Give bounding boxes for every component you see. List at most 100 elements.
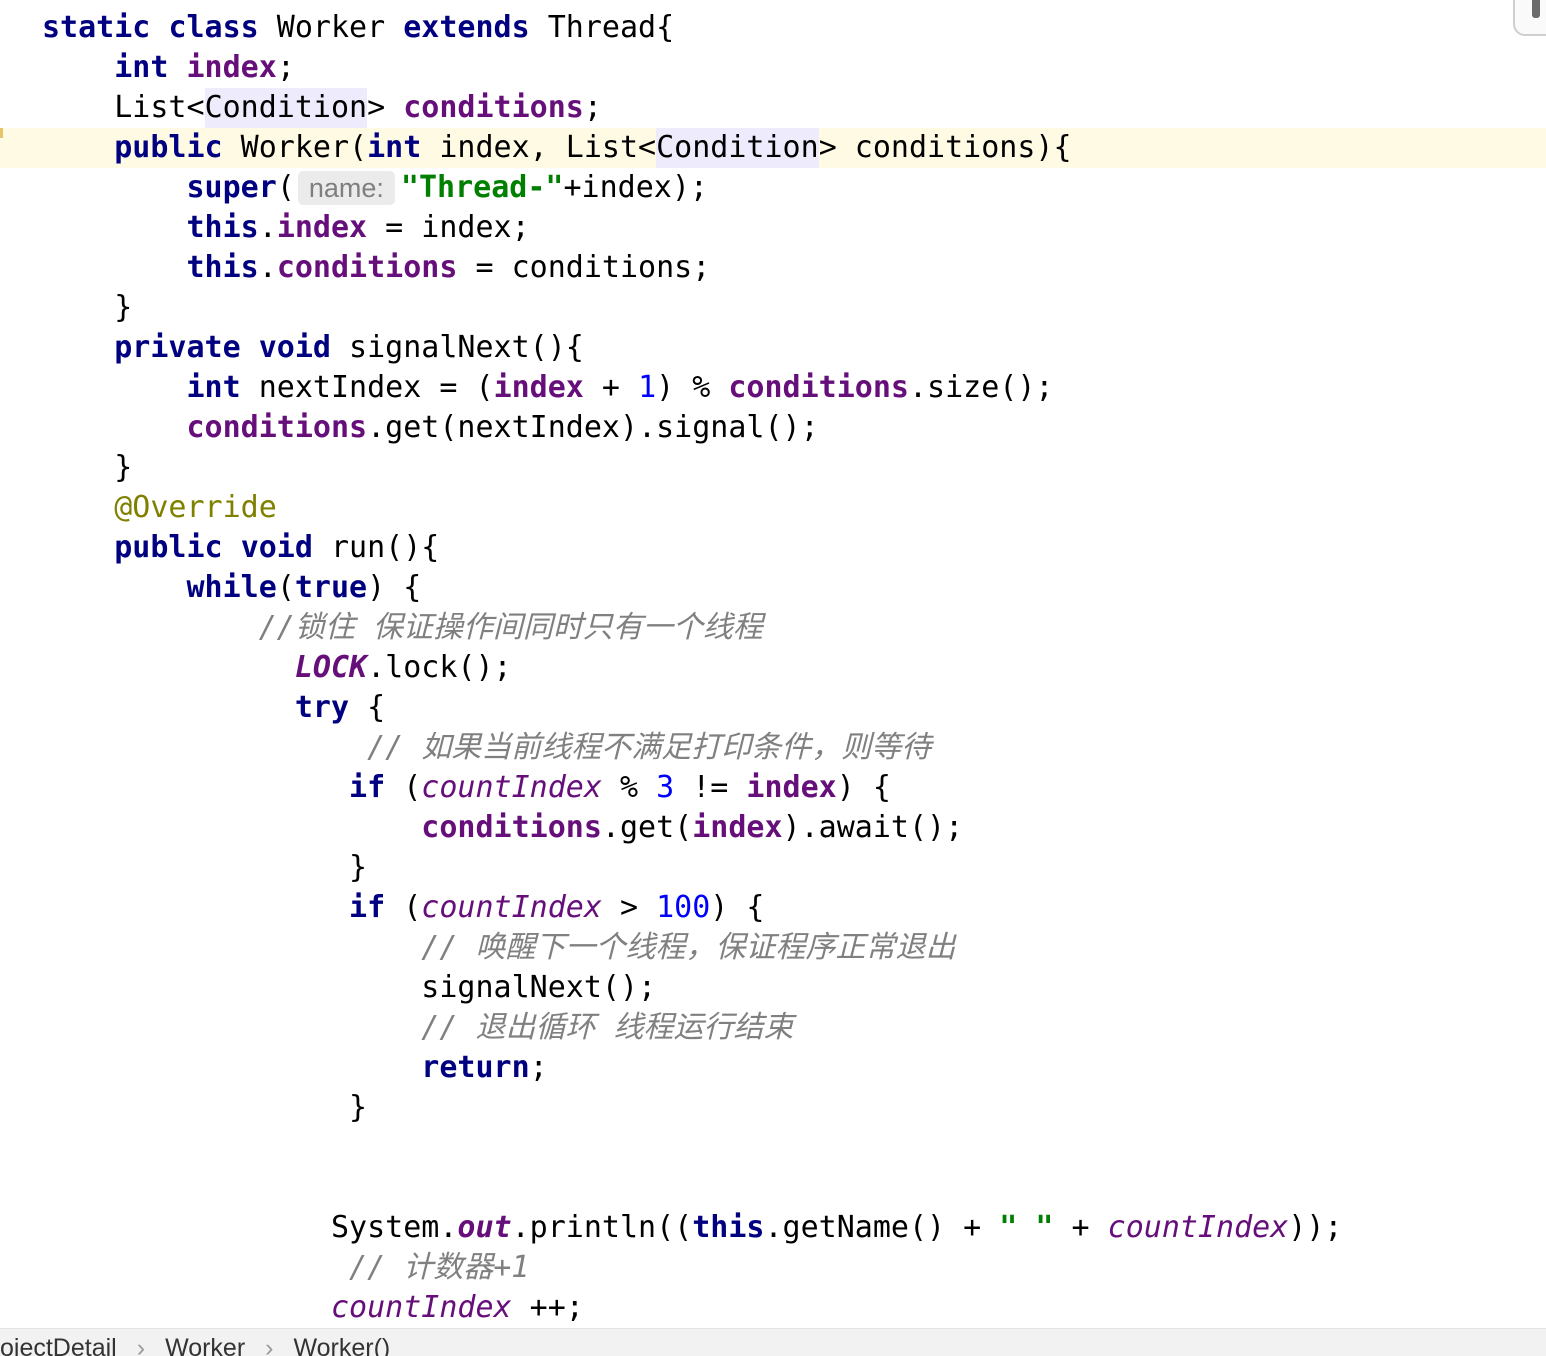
code-constant: LOCK <box>294 650 368 685</box>
code-text: ) { <box>836 770 891 805</box>
code-text: ; <box>276 50 295 85</box>
code-line-10[interactable]: int nextIndex = (index + 1) % conditions… <box>0 368 1546 408</box>
code-text: signalNext(){ <box>331 330 584 365</box>
code-line-16[interactable]: //锁住 保证操作间同时只有一个线程 <box>0 608 1546 648</box>
code-text: = index; <box>367 210 530 245</box>
code-keyword: this <box>186 210 259 245</box>
code-text: != <box>674 770 747 805</box>
code-line-33[interactable]: countIndex ++; <box>0 1288 1546 1328</box>
code-line-13[interactable]: @Override <box>0 488 1546 528</box>
code-line-32[interactable]: // 计数器+1 <box>0 1248 1546 1288</box>
code-text: run(){ <box>312 530 440 565</box>
code-keyword: public <box>114 530 223 565</box>
code-line-21[interactable]: conditions.get(index).await(); <box>0 808 1546 848</box>
code-line-27[interactable]: return; <box>0 1048 1546 1088</box>
code-field: conditions <box>403 90 584 125</box>
code-keyword: try <box>294 690 350 725</box>
code-line-6[interactable]: this.index = index; <box>0 208 1546 248</box>
code-line-17[interactable]: LOCK.lock(); <box>0 648 1546 688</box>
code-text: nextIndex = ( <box>240 370 494 405</box>
code-field: index <box>186 50 277 85</box>
code-constant: out <box>457 1210 512 1245</box>
scrollbar-track[interactable] <box>1513 0 1546 36</box>
code-keyword: if <box>349 770 386 805</box>
code-field: conditions <box>728 370 909 405</box>
code-line-12[interactable]: } <box>0 448 1546 488</box>
code-line-1[interactable]: static class Worker extends Thread{ <box>0 8 1546 48</box>
code-text: ( <box>385 770 422 805</box>
breadcrumb-item-method[interactable]: Worker() <box>294 1332 391 1356</box>
code-line-29[interactable] <box>0 1128 1546 1168</box>
chevron-right-icon: › <box>136 1334 146 1356</box>
code-text: > <box>367 90 404 125</box>
code-line-31[interactable]: System.out.println((this.getName() + " "… <box>0 1208 1546 1248</box>
chevron-right-icon: › <box>265 1334 274 1356</box>
code-text: System. <box>42 1210 458 1245</box>
code-line-30[interactable] <box>0 1168 1546 1208</box>
code-field: index <box>493 370 584 405</box>
code-text: ( <box>385 890 422 925</box>
code-line-14[interactable]: public void run(){ <box>0 528 1546 568</box>
code-line-25[interactable]: signalNext(); <box>0 968 1546 1008</box>
code-line-7[interactable]: this.conditions = conditions; <box>0 248 1546 288</box>
scrollbar-thumb[interactable] <box>1532 0 1540 18</box>
code-keyword: static <box>42 10 151 45</box>
code-field: index <box>746 770 837 805</box>
current-code-line[interactable]: public Worker(int index, List<Condition>… <box>0 128 1546 168</box>
breadcrumb-item-file[interactable]: ojectDetail <box>0 1332 117 1356</box>
code-text: } <box>42 850 368 885</box>
code-line-3[interactable]: List<Condition> conditions; <box>0 88 1546 128</box>
code-line-26[interactable]: // 退出循环 线程运行结束 <box>0 1008 1546 1048</box>
code-keyword: class <box>168 10 259 45</box>
code-line-19[interactable]: // 如果当前线程不满足打印条件，则等待 <box>0 728 1546 768</box>
code-line-11[interactable]: conditions.get(nextIndex).signal(); <box>0 408 1546 448</box>
code-editor[interactable]: static class Worker extends Thread{ int … <box>0 0 1546 1328</box>
code-text: .get(nextIndex).signal(); <box>367 410 819 445</box>
code-line-8[interactable]: } <box>0 288 1546 328</box>
code-text: .lock(); <box>367 650 512 685</box>
code-keyword: while <box>186 570 277 605</box>
code-text: > conditions){ <box>818 130 1072 165</box>
code-field: conditions <box>421 810 602 845</box>
code-line-5[interactable]: super(name: "Thread-"+index); <box>0 168 1546 208</box>
code-line-18[interactable]: try { <box>0 688 1546 728</box>
code-keyword: this <box>186 250 259 285</box>
code-line-9[interactable]: private void signalNext(){ <box>0 328 1546 368</box>
code-line-23[interactable]: if (countIndex > 100) { <box>0 888 1546 928</box>
code-keyword: private <box>114 330 241 365</box>
code-line-2[interactable]: int index; <box>0 48 1546 88</box>
code-comment: //锁住 保证操作间同时只有一个线程 <box>258 610 763 645</box>
code-text: List< <box>42 90 205 125</box>
code-text: ++; <box>511 1290 584 1325</box>
code-keyword: int <box>186 370 241 405</box>
code-line-15[interactable]: while(true) { <box>0 568 1546 608</box>
code-keyword: int <box>367 130 422 165</box>
code-line-24[interactable]: // 唤醒下一个线程，保证程序正常退出 <box>0 928 1546 968</box>
code-line-20[interactable]: if (countIndex % 3 != index) { <box>0 768 1546 808</box>
code-line-22[interactable]: } <box>0 848 1546 888</box>
code-text: ).await(); <box>782 810 964 845</box>
breadcrumb-item-class[interactable]: Worker <box>165 1332 245 1356</box>
code-text: . <box>258 250 277 285</box>
code-text: .size(); <box>909 370 1054 405</box>
code-field: index <box>276 210 368 245</box>
code-text: Worker <box>258 10 404 45</box>
code-static-field: countIndex <box>421 890 602 925</box>
code-line-28[interactable]: } <box>0 1088 1546 1128</box>
code-static-field: countIndex <box>330 1290 512 1325</box>
code-text: Thread{ <box>529 10 675 45</box>
